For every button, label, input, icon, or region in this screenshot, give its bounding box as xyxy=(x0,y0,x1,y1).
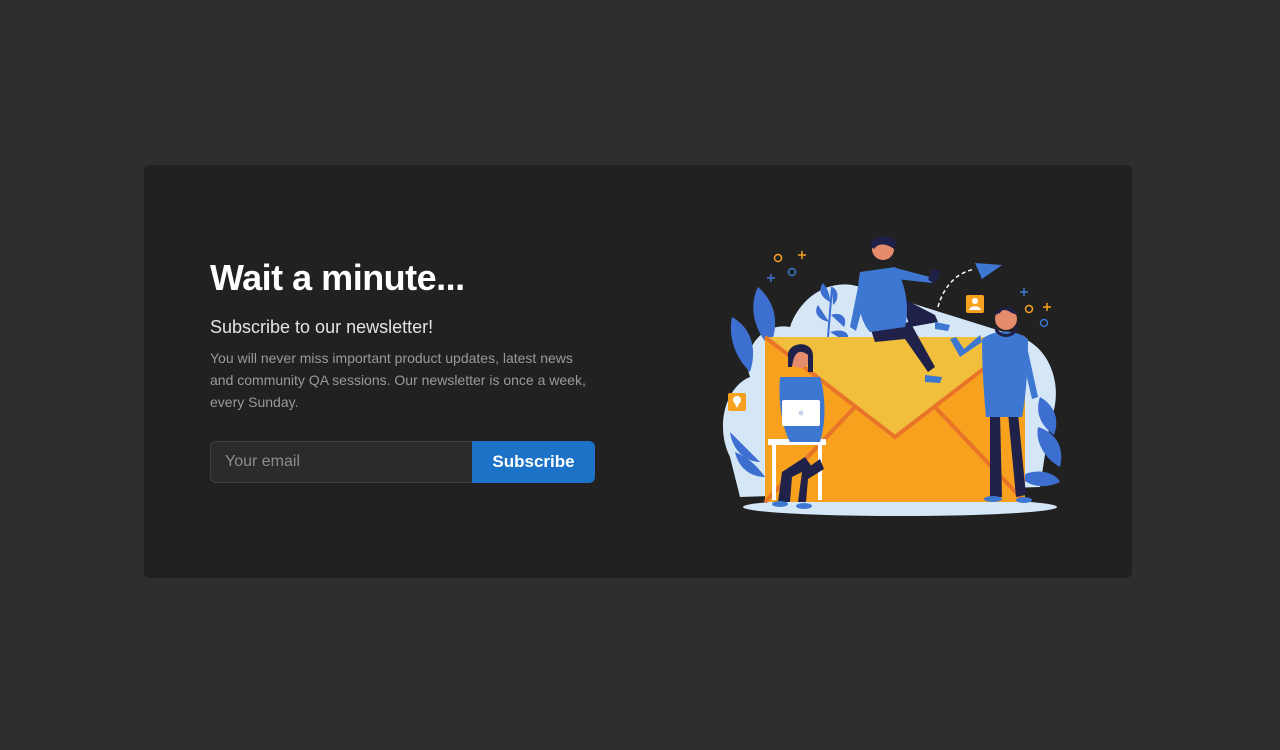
newsletter-card: Wait a minute... Subscribe to our newsle… xyxy=(144,165,1132,578)
newsletter-title: Wait a minute... xyxy=(210,257,465,298)
newsletter-illustration xyxy=(722,236,1062,516)
email-input[interactable] xyxy=(210,441,472,483)
newsletter-description: You will never miss important product up… xyxy=(210,350,586,410)
newsletter-subtitle: Subscribe to our newsletter! xyxy=(210,317,434,337)
newsletter-text: Wait a minute... Subscribe to our newsle… xyxy=(210,257,600,413)
user-badge-icon xyxy=(966,295,984,313)
location-pin-icon xyxy=(728,393,746,411)
laptop-icon xyxy=(782,400,820,426)
subscribe-button[interactable]: Subscribe xyxy=(472,441,595,483)
subscribe-form: Subscribe xyxy=(210,441,595,483)
